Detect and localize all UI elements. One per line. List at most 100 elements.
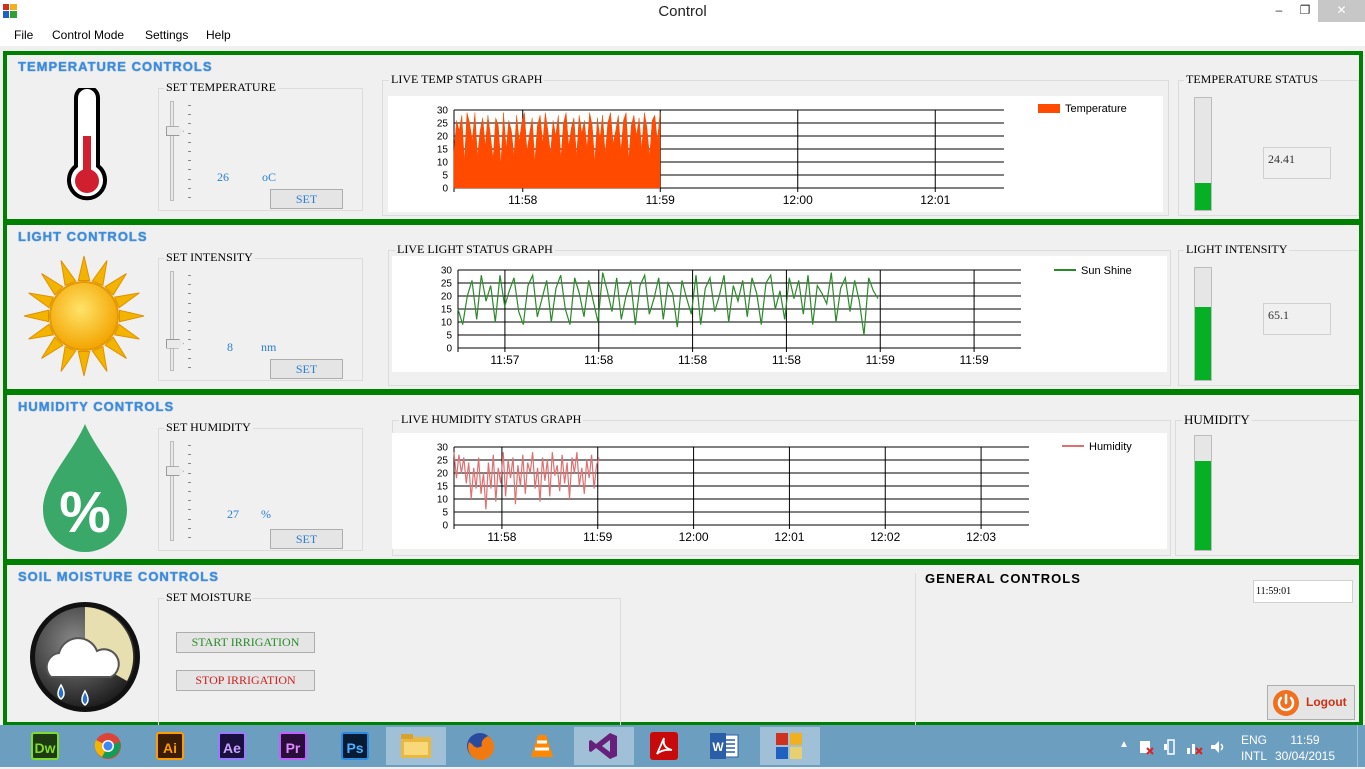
sun-ray: [77, 255, 91, 281]
x-tick-label: 12:00: [783, 193, 813, 207]
slider-tick: [188, 348, 191, 350]
y-tick-label: 0: [442, 184, 448, 195]
sun-ray: [28, 292, 55, 309]
intensity-slider-track[interactable]: [170, 271, 174, 371]
temperature-title: TEMPERATURE CONTROLS: [18, 59, 213, 74]
y-tick-label: 25: [441, 279, 453, 290]
taskbar-premiere[interactable]: Pr: [263, 727, 323, 765]
slider-tick: [188, 311, 191, 313]
x-tick-label: 11:59: [646, 193, 675, 207]
visual-studio-icon: [589, 733, 617, 759]
slider-tick: [188, 132, 191, 134]
series-line: [457, 272, 879, 336]
x-tick-label: 11:58: [508, 193, 537, 207]
slider-tick: [188, 481, 191, 483]
taskbar-vlc[interactable]: [512, 727, 572, 765]
taskbar-illustrator[interactable]: Ai: [140, 727, 200, 765]
light-panel: LIGHT CONTROLS SET INTENSITY 8 nm SET LI…: [3, 221, 1363, 393]
x-tick-label: 12:01: [920, 193, 950, 207]
logout-button[interactable]: Logout: [1267, 685, 1355, 720]
svg-text:%: %: [59, 480, 111, 545]
premiere-icon: Pr: [279, 732, 307, 760]
vlc-icon: [531, 735, 553, 757]
slider-tick: [188, 141, 191, 143]
slider-tick: [188, 160, 191, 162]
slider-tick: [188, 275, 191, 276]
sun-ray: [28, 323, 55, 340]
temperature-set-value: 26: [217, 170, 229, 184]
restore-button[interactable]: ❐: [1292, 0, 1318, 22]
taskbar-visual-studio[interactable]: [574, 727, 634, 765]
clock-field[interactable]: 11:59:01: [1253, 580, 1353, 603]
illustrator-icon: Ai: [156, 732, 184, 760]
temperature-status-value[interactable]: 24.41: [1263, 147, 1331, 179]
slider-tick: [188, 321, 191, 322]
temperature-status-fill: [1195, 183, 1211, 210]
control-app-icon: [776, 733, 802, 759]
humidity-slider-track[interactable]: [170, 441, 174, 541]
taskbar-acrobat[interactable]: [634, 727, 694, 765]
taskbar-control-app[interactable]: [760, 727, 820, 765]
taskbar-photoshop[interactable]: Ps: [325, 727, 385, 765]
slider-tick: [188, 518, 191, 520]
taskbar-word[interactable]: W: [695, 727, 755, 765]
humidity-status-bar: [1194, 435, 1212, 551]
start-irrigation-button[interactable]: START IRRIGATION: [176, 632, 315, 653]
temperature-unit: oC: [262, 170, 277, 184]
y-tick-label: 15: [437, 145, 449, 156]
network-icon[interactable]: [1185, 738, 1203, 756]
legend-swatch: [1038, 104, 1060, 113]
series-line: [453, 452, 600, 510]
slider-tick: [188, 500, 191, 502]
humidity-graph-label: LIVE HUMIDITY STATUS GRAPH: [399, 412, 584, 427]
taskbar-firefox[interactable]: [450, 727, 510, 765]
x-tick-label: 12:00: [679, 530, 709, 544]
temperature-slider-track[interactable]: [170, 101, 174, 201]
humidity-chart: 0 5 10 15 20 25 30 11:58 11:59 12:00 12:01 12:02 12:…: [392, 433, 1167, 549]
y-tick-label: 0: [442, 521, 448, 532]
word-icon: W: [710, 733, 739, 759]
menu-help[interactable]: Help: [206, 28, 231, 42]
light-status-value[interactable]: 65.1: [1263, 303, 1331, 335]
x-tick-label: 11:57: [490, 353, 519, 367]
menu-file[interactable]: File: [14, 28, 33, 42]
temperature-status-bar: [1194, 97, 1212, 211]
legend-label: Temperature: [1065, 103, 1127, 115]
language-code[interactable]: ENG: [1241, 733, 1267, 747]
volume-icon[interactable]: [1209, 738, 1227, 756]
taskbar-file-explorer[interactable]: [386, 727, 446, 765]
slider-tick: [188, 302, 191, 304]
humidity-status-label: HUMIDITY: [1182, 412, 1252, 428]
x-tick-label: 11:59: [583, 530, 612, 544]
set-temperature-button[interactable]: SET: [270, 189, 343, 209]
y-tick-label: 10: [437, 495, 449, 506]
power-plug-icon[interactable]: [1162, 738, 1180, 756]
stop-irrigation-button[interactable]: STOP IRRIGATION: [176, 670, 315, 691]
sun-ray: [60, 260, 77, 287]
taskbar-after-effects[interactable]: Ae: [202, 727, 262, 765]
slider-tick: [188, 197, 191, 198]
action-center-icon[interactable]: [1138, 739, 1154, 755]
set-intensity-button[interactable]: SET: [270, 359, 343, 379]
show-desktop-button[interactable]: [1357, 725, 1365, 767]
set-humidity-button[interactable]: SET: [270, 529, 343, 549]
temperature-series-area: [453, 112, 661, 189]
slider-tick: [188, 187, 191, 189]
sun-ray: [23, 309, 49, 323]
sun-ray: [91, 345, 108, 372]
window-title: Control: [658, 3, 707, 20]
taskbar-chrome[interactable]: [78, 727, 138, 765]
slider-tick: [188, 105, 191, 106]
menu-control-mode[interactable]: Control Mode: [52, 28, 124, 42]
taskbar-date[interactable]: 30/04/2015: [1270, 749, 1340, 763]
menu-settings[interactable]: Settings: [145, 28, 188, 42]
light-status-label: LIGHT INTENSITY: [1184, 242, 1290, 257]
humidity-unit: %: [261, 507, 271, 521]
close-button[interactable]: ✕: [1318, 0, 1365, 22]
minimize-button[interactable]: ‒: [1266, 0, 1292, 22]
tray-overflow-icon[interactable]: ▲: [1119, 739, 1129, 750]
keyboard-layout[interactable]: INTL: [1241, 749, 1267, 763]
taskbar-dreamweaver[interactable]: Dw: [15, 727, 75, 765]
taskbar-clock[interactable]: 11:59: [1270, 733, 1340, 747]
y-tick-label: 5: [442, 171, 448, 182]
